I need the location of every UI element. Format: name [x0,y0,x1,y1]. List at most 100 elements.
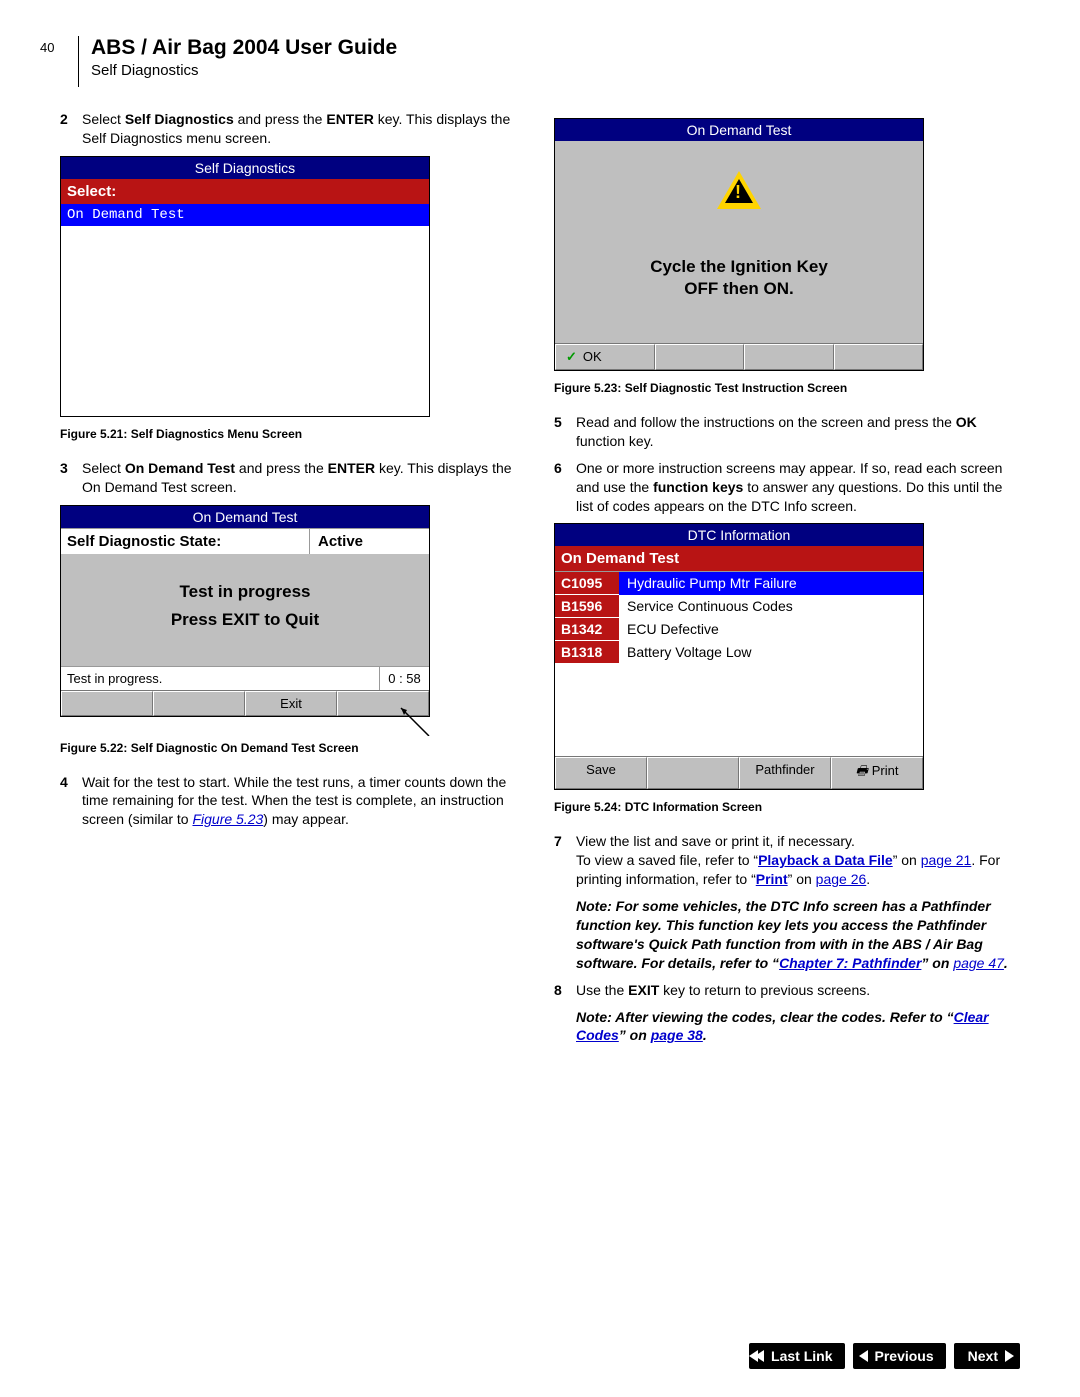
note-text: Note: After viewing the codes, clear the… [576,1008,1020,1046]
footer-msg: Test in progress. [61,667,379,690]
fig-5-21-screen: Self Diagnostics Select: On Demand Test [60,156,430,417]
link-print[interactable]: Print [756,871,788,887]
select-header: Select: [61,179,429,204]
dtc-row[interactable]: B1318Battery Voltage Low [555,641,923,664]
step-7: 7 View the list and save or print it, if… [554,832,1020,889]
dtc-code: C1095 [555,572,619,595]
t: function keys [653,479,743,495]
step-number: 6 [554,459,576,516]
print-icon: 🖶 [855,763,867,778]
label: Last Link [771,1348,832,1364]
fn-button-3[interactable]: . [744,344,834,370]
step-number: 3 [60,459,82,497]
menu-item-on-demand-test[interactable]: On Demand Test [61,204,429,226]
check-icon: ✓ [566,349,577,364]
link-page-26[interactable]: page 26 [816,871,867,887]
fn-button-2[interactable]: . [153,691,245,716]
print-label: Print [872,763,899,778]
link-page-38[interactable]: page 38 [651,1027,703,1043]
fn-button-4[interactable]: . [337,691,429,716]
nav-footer: Last Link Previous Next [749,1343,1020,1369]
step-number: 8 [554,981,576,1000]
t: Select [82,111,125,127]
t: ” on [921,955,953,971]
exit-button[interactable]: Exit [245,691,337,716]
t: ” on [893,852,921,868]
t: ) may appear. [263,811,349,827]
link-page-47[interactable]: page 47 [953,955,1004,971]
step-3: 3 Select On Demand Test and press the EN… [60,459,526,497]
t: and press the [234,111,327,127]
t: key to return to previous screens. [659,982,870,998]
next-button[interactable]: Next [954,1343,1020,1369]
t: Self Diagnostics [125,111,234,127]
step-number: 7 [554,832,576,889]
step-6: 6 One or more instruction screens may ap… [554,459,1020,516]
note-clear-codes: Note: After viewing the codes, clear the… [554,1008,1020,1046]
link-fig-5-23[interactable]: Figure 5.23 [192,811,263,827]
step-text: View the list and save or print it, if n… [576,832,1020,889]
t: EXIT [628,982,659,998]
state-label: Self Diagnostic State: [61,529,309,554]
t: On Demand Test [125,460,235,476]
fn-button-2[interactable]: . [647,757,739,789]
step-5: 5 Read and follow the instructions on th… [554,413,1020,451]
fig-5-23-screen: On Demand Test Cycle the Ignition Key OF… [554,118,924,371]
test-message: Test in progress Press EXIT to Quit [61,554,429,666]
print-button[interactable]: 🖶 Print [831,757,923,789]
fn-button-2[interactable]: . [655,344,745,370]
msg-line1: Cycle the Ignition Key [555,257,923,277]
t: To view a saved file, refer to “ [576,852,758,868]
t: Note: After viewing the codes, clear the… [576,1009,954,1025]
link-page-21[interactable]: page 21 [921,852,972,868]
step-number: 4 [60,773,82,830]
t: ENTER [326,111,373,127]
instruction-body: Cycle the Ignition Key OFF then ON. [555,141,923,343]
t: function key. [576,433,654,449]
t: Use the [576,982,628,998]
previous-button[interactable]: Previous [853,1343,946,1369]
last-link-button[interactable]: Last Link [749,1343,844,1369]
button-row: ✓ OK . . . [555,343,923,370]
t: ” on [619,1027,651,1043]
save-button[interactable]: Save [555,757,647,789]
msg-line2: OFF then ON. [555,279,923,299]
pathfinder-button[interactable]: Pathfinder [739,757,831,789]
t: Read and follow the instructions on the … [576,414,956,430]
button-row: . . Exit . [61,690,429,716]
fn-button-4[interactable]: . [834,344,924,370]
dtc-row[interactable]: B1342ECU Defective [555,618,923,641]
t: . [703,1027,707,1043]
step-8: 8 Use the EXIT key to return to previous… [554,981,1020,1000]
dtc-row[interactable]: C1095Hydraulic Pump Mtr Failure [555,572,923,595]
link-playback-data-file[interactable]: Playback a Data File [758,852,893,868]
right-column: On Demand Test Cycle the Ignition Key OF… [554,110,1020,1053]
warning-icon [717,171,761,209]
left-column: 2 Select Self Diagnostics and press the … [60,110,526,1053]
t: OK [956,414,977,430]
empty-area [555,664,923,756]
fig-5-24-caption: Figure 5.24: DTC Information Screen [554,800,1020,814]
dtc-row[interactable]: B1596Service Continuous Codes [555,595,923,618]
step-text: Wait for the test to start. While the te… [82,773,526,830]
fig-5-21-caption: Figure 5.21: Self Diagnostics Menu Scree… [60,427,526,441]
device-title: On Demand Test [61,506,429,528]
step-2: 2 Select Self Diagnostics and press the … [60,110,526,148]
step-text: Select Self Diagnostics and press the EN… [82,110,526,148]
page-subtitle: Self Diagnostics [91,62,397,79]
link-chapter-7-pathfinder[interactable]: Chapter 7: Pathfinder [779,955,921,971]
state-row: Self Diagnostic State: Active [61,528,429,554]
fn-button-1[interactable]: . [61,691,153,716]
ok-button[interactable]: ✓ OK [555,344,655,370]
t: ENTER [328,460,375,476]
t: and press the [235,460,328,476]
page-number: 40 [40,40,54,55]
fig-5-22-screen: On Demand Test Self Diagnostic State: Ac… [60,505,430,717]
ok-label: OK [583,349,602,364]
step-text: Select On Demand Test and press the ENTE… [82,459,526,497]
dtc-desc: Hydraulic Pump Mtr Failure [619,572,923,595]
state-value: Active [309,529,429,554]
t: Select [82,460,125,476]
subtitle: On Demand Test [555,546,923,571]
footer-status: Test in progress. 0 : 58 [61,666,429,690]
